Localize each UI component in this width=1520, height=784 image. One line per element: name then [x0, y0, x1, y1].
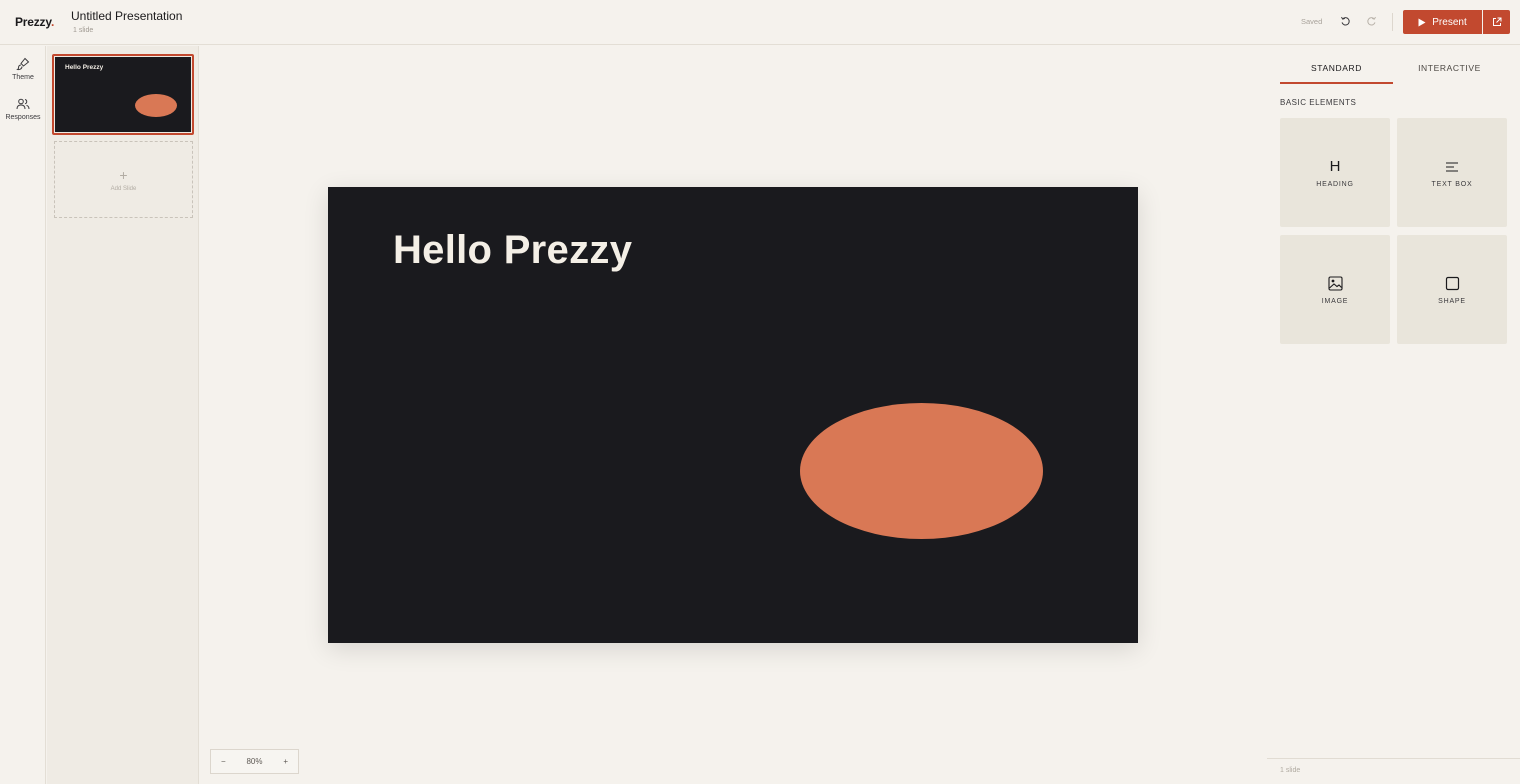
- basic-elements-heading: BASIC ELEMENTS: [1280, 98, 1357, 107]
- slide-thumbnail-oval: [135, 94, 177, 117]
- tab-interactive[interactable]: INTERACTIVE: [1393, 57, 1506, 84]
- text-lines-icon: [1445, 158, 1459, 176]
- saved-status: Saved: [1301, 17, 1323, 26]
- app-logo[interactable]: Prezzy.: [15, 15, 54, 29]
- text-box-element-card[interactable]: TEXT BOX: [1397, 118, 1507, 227]
- zoom-out-button[interactable]: −: [221, 757, 226, 766]
- plus-icon: +: [119, 166, 128, 183]
- zoom-control: − 80% +: [210, 749, 299, 774]
- slide-thumbnail-preview: Hello Prezzy: [55, 57, 191, 132]
- element-tabs: STANDARD INTERACTIVE: [1280, 57, 1506, 84]
- add-slide-button[interactable]: + Add Slide: [54, 141, 193, 218]
- image-element-card[interactable]: IMAGE: [1280, 235, 1390, 344]
- present-label: Present: [1432, 16, 1467, 28]
- slide-heading[interactable]: Hello Prezzy: [393, 228, 632, 273]
- text-box-element-label: TEXT BOX: [1431, 180, 1473, 188]
- slide-thumbnail[interactable]: Hello Prezzy: [52, 54, 194, 135]
- undo-icon[interactable]: [1338, 14, 1352, 28]
- zoom-in-button[interactable]: +: [283, 757, 288, 766]
- redo-icon[interactable]: [1364, 14, 1378, 28]
- external-link-icon: [1492, 17, 1501, 26]
- tab-standard[interactable]: STANDARD: [1280, 57, 1393, 84]
- users-icon: [16, 98, 30, 110]
- left-rail: Theme Responses: [0, 46, 46, 784]
- paintbrush-icon: [16, 57, 30, 71]
- theme-button[interactable]: Theme: [0, 57, 46, 81]
- toolbar-divider: [1392, 13, 1393, 31]
- shape-element-label: SHAPE: [1438, 297, 1466, 305]
- present-button[interactable]: Present: [1403, 10, 1482, 34]
- slide-thumbnail-title: Hello Prezzy: [65, 64, 104, 71]
- top-bar: Prezzy. Untitled Presentation 1 slide Sa…: [0, 0, 1520, 45]
- image-icon: [1327, 275, 1343, 293]
- slides-panel: Hello Prezzy + Add Slide: [47, 46, 199, 784]
- add-slide-label: Add Slide: [110, 185, 137, 192]
- heading-element-label: HEADING: [1316, 180, 1354, 188]
- image-element-label: IMAGE: [1321, 297, 1349, 305]
- play-icon: [1418, 18, 1426, 26]
- document-title[interactable]: Untitled Presentation: [71, 9, 182, 23]
- footer-slide-count: 1 slide: [1280, 767, 1301, 774]
- zoom-level: 80%: [246, 757, 263, 766]
- shape-element-card[interactable]: SHAPE: [1397, 235, 1507, 344]
- slide-canvas[interactable]: Hello Prezzy: [328, 187, 1138, 643]
- responses-label: Responses: [5, 114, 41, 121]
- theme-label: Theme: [12, 74, 34, 81]
- panel-footer-divider: [1267, 758, 1520, 759]
- square-icon: [1445, 275, 1460, 293]
- slide-count-label: 1 slide: [73, 27, 94, 34]
- open-external-button[interactable]: [1483, 10, 1510, 34]
- responses-button[interactable]: Responses: [0, 97, 46, 121]
- heading-icon: H: [1329, 158, 1341, 175]
- slide-oval-shape[interactable]: [800, 403, 1043, 539]
- heading-element-card[interactable]: H HEADING: [1280, 118, 1390, 227]
